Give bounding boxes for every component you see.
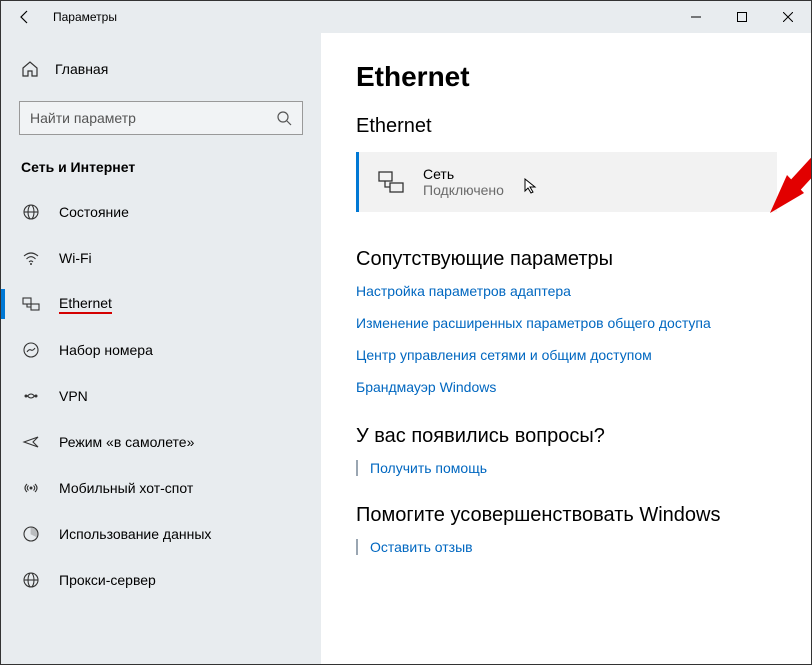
search-icon [276, 110, 292, 126]
sidebar-item-proxy[interactable]: Прокси-сервер [1, 557, 321, 603]
sidebar-item-label: Ethernet [59, 295, 112, 314]
network-status: Подключено [423, 182, 504, 198]
questions-section: У вас появились вопросы? Получить помощь [356, 425, 777, 476]
sidebar-home[interactable]: Главная [1, 49, 321, 89]
sidebar-item-dialup[interactable]: Набор номера [1, 327, 321, 373]
network-card[interactable]: Сеть Подключено [356, 152, 777, 212]
sidebar-item-airplane[interactable]: Режим «в самолете» [1, 419, 321, 465]
home-icon [21, 60, 39, 78]
sidebar-item-label: Использование данных [59, 526, 211, 542]
wifi-icon [21, 249, 41, 267]
sidebar-item-ethernet[interactable]: Ethernet [1, 281, 321, 327]
globe-icon [21, 203, 41, 221]
close-button[interactable] [765, 1, 811, 33]
ethernet-icon [377, 168, 405, 196]
content-pane: Ethernet Ethernet Сеть Подключено Сопутс… [321, 33, 811, 664]
sidebar-item-label: Мобильный хот-спот [59, 480, 193, 496]
dialup-icon [21, 341, 41, 359]
vpn-icon [21, 387, 41, 405]
sidebar-item-label: Набор номера [59, 342, 153, 358]
link-feedback[interactable]: Оставить отзыв [370, 539, 777, 555]
page-subtitle: Ethernet [356, 115, 777, 138]
sidebar-section-label: Сеть и Интернет [1, 153, 321, 189]
sidebar-item-vpn[interactable]: VPN [1, 373, 321, 419]
minimize-button[interactable] [673, 1, 719, 33]
hotspot-icon [21, 479, 41, 497]
sidebar-item-label: Состояние [59, 204, 129, 220]
link-get-help[interactable]: Получить помощь [370, 460, 777, 476]
link-adapter-settings[interactable]: Настройка параметров адаптера [356, 283, 777, 299]
sidebar-item-label: VPN [59, 388, 88, 404]
proxy-icon [21, 571, 41, 589]
sidebar-item-status[interactable]: Состояние [1, 189, 321, 235]
link-network-center[interactable]: Центр управления сетями и общим доступом [356, 347, 777, 363]
search-input[interactable]: Найти параметр [19, 101, 303, 135]
related-section: Сопутствующие параметры Настройка параме… [356, 248, 777, 395]
window-title: Параметры [49, 10, 117, 24]
link-firewall[interactable]: Брандмауэр Windows [356, 379, 777, 395]
sidebar-item-datausage[interactable]: Использование данных [1, 511, 321, 557]
improve-section: Помогите усовершенствовать Windows Остав… [356, 504, 777, 555]
sidebar-item-label: Wi-Fi [59, 250, 92, 266]
back-button[interactable] [1, 1, 49, 33]
maximize-button[interactable] [719, 1, 765, 33]
cursor-icon [524, 178, 540, 194]
improve-title: Помогите усовершенствовать Windows [356, 504, 777, 527]
link-advanced-sharing[interactable]: Изменение расширенных параметров общего … [356, 315, 777, 331]
titlebar: Параметры [1, 1, 811, 33]
questions-title: У вас появились вопросы? [356, 425, 777, 448]
related-title: Сопутствующие параметры [356, 248, 777, 271]
sidebar-item-wifi[interactable]: Wi-Fi [1, 235, 321, 281]
sidebar-item-label: Прокси-сервер [59, 572, 156, 588]
ethernet-icon [21, 295, 41, 313]
page-title: Ethernet [356, 61, 777, 93]
sidebar-home-label: Главная [55, 61, 108, 77]
search-placeholder: Найти параметр [30, 110, 276, 126]
airplane-icon [21, 433, 41, 451]
data-usage-icon [21, 525, 41, 543]
sidebar-item-hotspot[interactable]: Мобильный хот-спот [1, 465, 321, 511]
network-name: Сеть [423, 166, 504, 182]
sidebar-item-label: Режим «в самолете» [59, 434, 194, 450]
sidebar: Главная Найти параметр Сеть и Интернет С… [1, 33, 321, 664]
